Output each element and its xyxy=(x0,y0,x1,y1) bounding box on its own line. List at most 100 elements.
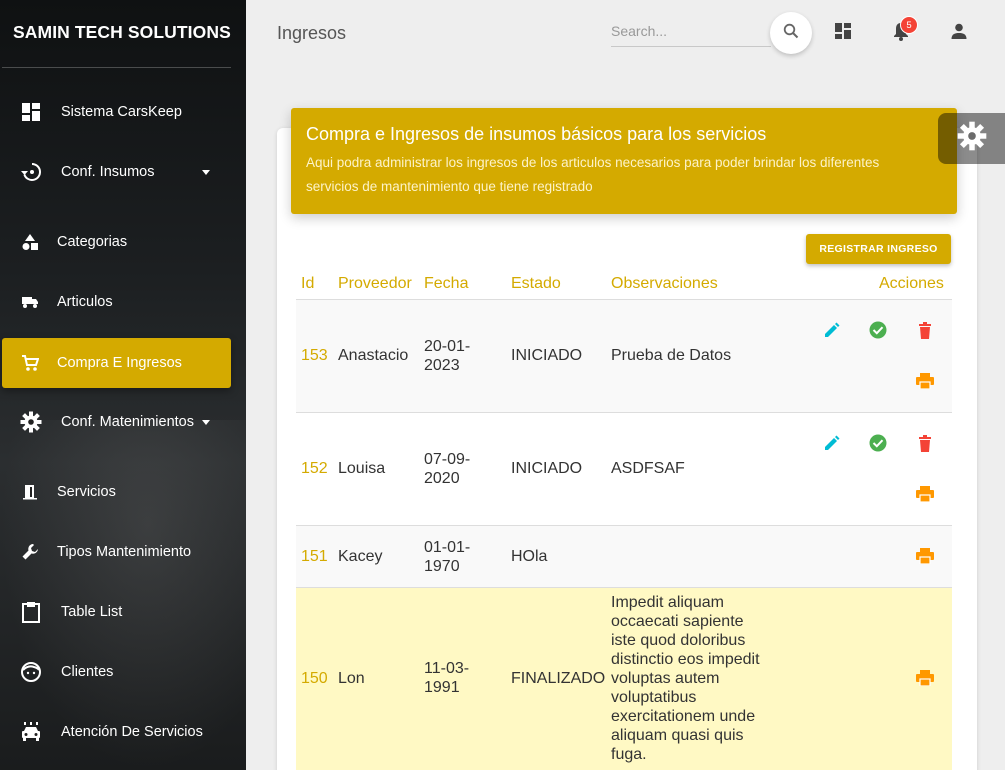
dashboard-button[interactable] xyxy=(832,22,854,44)
trash-icon xyxy=(919,321,931,339)
cell-observaciones: ASDFSAF xyxy=(611,460,685,477)
delete-button[interactable] xyxy=(914,319,936,341)
sidebar-item-compra-e-ingresos[interactable]: Compra E Ingresos xyxy=(2,338,231,388)
chevron-down-icon xyxy=(202,419,210,425)
delete-button[interactable] xyxy=(914,432,936,454)
printer-icon xyxy=(916,373,934,389)
page-title: Ingresos xyxy=(277,23,347,43)
cell-estado: INICIADO xyxy=(511,460,583,477)
sidebar-item-conf-matenimientos[interactable]: Conf. Matenimientos xyxy=(0,397,231,447)
card-subtitle: Aqui podra administrar los ingresos de l… xyxy=(306,155,880,194)
sidebar-item-label: Clientes xyxy=(61,664,114,680)
column-header-fecha: Fecha xyxy=(424,275,469,292)
notification-badge: 5 xyxy=(900,16,918,34)
sidebar-item-label: Conf. Matenimientos xyxy=(61,414,194,430)
sidebar-item-label: Compra E Ingresos xyxy=(57,355,182,371)
print-button[interactable] xyxy=(914,483,936,505)
gear-icon xyxy=(19,410,43,434)
cell-estado: FINALIZADO xyxy=(511,670,606,687)
cell-proveedor: Louisa xyxy=(338,460,386,477)
edit-button[interactable] xyxy=(820,319,842,341)
check-circle-icon xyxy=(869,434,887,452)
brand-title: SAMIN TECH SOLUTIONS xyxy=(13,22,231,42)
truck-icon xyxy=(18,290,42,314)
approve-button[interactable] xyxy=(867,432,889,454)
user-button[interactable] xyxy=(948,22,970,44)
table-row: 150 Lon 11-03-1991 FINALIZADO Impedit al… xyxy=(296,588,952,770)
brand-divider xyxy=(2,67,231,68)
sidebar-item-clientes[interactable]: Clientes xyxy=(0,647,231,697)
printer-icon xyxy=(916,670,934,686)
sidebar-item-categorias[interactable]: Categorias xyxy=(0,217,231,267)
column-header-observaciones: Observaciones xyxy=(611,275,718,292)
sidebar-item-label: Categorias xyxy=(57,234,128,250)
cell-fecha: 11-03-1991 xyxy=(424,660,470,696)
table-row: 152 Louisa 07-09-2020 INICIADO ASDFSAF xyxy=(296,413,952,526)
settings-plugin-button[interactable] xyxy=(938,113,1005,164)
cell-proveedor: Anastacio xyxy=(338,347,409,364)
clipboard-icon xyxy=(19,600,43,624)
cell-id: 151 xyxy=(301,548,328,565)
sidebar-item-conf-insumos[interactable]: Conf. Insumos xyxy=(0,147,231,197)
print-button[interactable] xyxy=(914,667,936,689)
sidebar-item-sistema-carskeep[interactable]: Sistema CarsKeep xyxy=(0,87,231,137)
cell-observaciones: Prueba de Datos xyxy=(611,347,732,364)
approve-button[interactable] xyxy=(867,319,889,341)
table-row: 153 Anastacio 20-01-2023 INICIADO Prueba… xyxy=(296,300,952,413)
sidebar-item-articulos[interactable]: Articulos xyxy=(0,277,231,327)
column-header-estado: Estado xyxy=(511,275,561,292)
column-header-proveedor: Proveedor xyxy=(338,275,412,292)
sidebar-item-label: Conf. Insumos xyxy=(61,164,155,180)
print-button[interactable] xyxy=(914,370,936,392)
column-header-id: Id xyxy=(301,275,315,292)
sidebar-item-label: Table List xyxy=(61,604,123,620)
cell-id: 153 xyxy=(301,347,328,364)
wrench-icon xyxy=(18,540,42,564)
cell-proveedor: Kacey xyxy=(338,548,383,565)
sidebar-item-label: Articulos xyxy=(57,294,113,310)
history-icon xyxy=(19,160,43,184)
table-row: 151 Kacey 01-01-1970 HOla xyxy=(296,526,952,588)
search-input[interactable] xyxy=(611,20,771,42)
printer-icon xyxy=(916,548,934,564)
pencil-icon xyxy=(824,322,839,337)
cell-fecha: 20-01-2023 xyxy=(424,338,471,374)
sidebar-item-servicios[interactable]: Servicios xyxy=(0,467,231,517)
sidebar-item-tipos-mantenimiento[interactable]: Tipos Mantenimiento xyxy=(0,527,231,577)
card-title: Compra e Ingresos de insumos básicos par… xyxy=(306,124,767,144)
gear-icon xyxy=(957,121,987,156)
print-button[interactable] xyxy=(914,545,936,567)
cell-estado: HOla xyxy=(511,548,548,565)
cell-fecha: 01-01-1970 xyxy=(424,539,471,575)
column-header-acciones: Acciones xyxy=(879,275,944,292)
person-icon xyxy=(950,22,968,45)
cell-fecha: 07-09-2020 xyxy=(424,451,471,487)
dashboard-icon xyxy=(19,100,43,124)
chevron-down-icon xyxy=(202,169,210,175)
search-button[interactable] xyxy=(770,12,812,54)
face-icon xyxy=(19,660,43,684)
edit-button[interactable] xyxy=(820,432,842,454)
cell-proveedor: Lon xyxy=(338,670,365,687)
cell-estado: INICIADO xyxy=(511,347,583,364)
check-circle-icon xyxy=(869,321,887,339)
category-icon xyxy=(18,230,42,254)
sidebar-item-table-list[interactable]: Table List xyxy=(0,587,231,637)
dashboard-icon xyxy=(834,22,852,45)
trash-icon xyxy=(919,434,931,452)
register-ingreso-button[interactable]: REGISTRAR INGRESO xyxy=(806,234,951,264)
cell-id: 150 xyxy=(301,670,328,687)
search-icon xyxy=(783,23,799,44)
printer-icon xyxy=(916,486,934,502)
sidebar-item-atencion-de-servicios[interactable]: Atención De Servicios xyxy=(0,707,231,757)
door-icon xyxy=(18,480,42,504)
sidebar-item-label: Servicios xyxy=(57,484,116,500)
cart-icon xyxy=(18,351,42,375)
cell-id: 152 xyxy=(301,460,328,477)
search-field xyxy=(611,20,771,47)
car-icon xyxy=(19,720,43,744)
sidebar-item-label: Tipos Mantenimiento xyxy=(57,544,192,560)
sidebar-item-label: Atención De Servicios xyxy=(61,724,203,740)
sidebar-item-label: Sistema CarsKeep xyxy=(61,104,182,120)
pencil-icon xyxy=(824,435,839,450)
